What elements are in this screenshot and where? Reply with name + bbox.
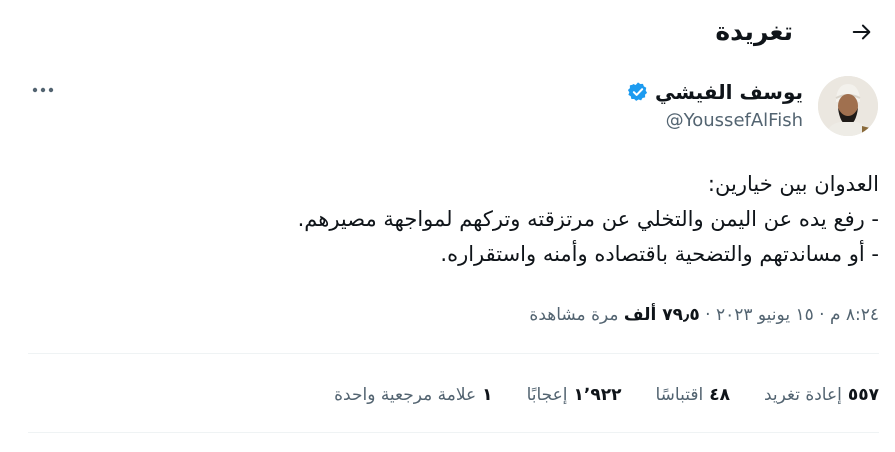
author-handle[interactable]: @YoussefAlFish [666,108,803,134]
likes-count: ١٬٩٢٢ [573,385,622,405]
tweet-page: تغريدة يوسف الفيشي @YoussefAlFish العدوا… [0,0,895,452]
avatar-image [818,76,878,136]
tweet-line: - أو مساندتهم والتضحية باقتصاده وأمنه وا… [440,242,879,266]
quotes-stat[interactable]: ٤٨ اقتباسًا [655,382,729,408]
meta-separator: · [813,305,830,325]
divider [28,432,879,433]
tweet-line: العدوان بين خيارين: [707,172,879,196]
likes-label: إعجابًا [526,385,568,405]
quotes-label: اقتباسًا [655,385,704,405]
more-options-button[interactable] [26,76,60,104]
likes-stat[interactable]: ١٬٩٢٢ إعجابًا [527,382,622,408]
meta-separator: · [699,305,716,325]
engagement-stats: ٥٥٧ إعادة تغريد ٤٨ اقتباسًا ١٬٩٢٢ إعجابً… [334,382,879,408]
more-horizontal-icon [32,87,54,93]
bookmarks-stat[interactable]: ١ علامة مرجعية واحدة [334,382,492,408]
divider [28,353,879,354]
bookmarks-count: ١ [482,385,493,405]
verified-badge-icon [627,82,648,101]
views-label: مرة مشاهدة [529,305,624,325]
quotes-count: ٤٨ [709,385,730,405]
views-count: ٧٩٫٥ ألف [623,305,700,325]
author-name-row[interactable]: يوسف الفيشي [627,78,803,106]
bookmarks-label: علامة مرجعية واحدة [334,385,477,405]
tweet-time[interactable]: ٨:٢٤ م [830,305,879,325]
avatar[interactable] [818,76,878,136]
tweet-meta: ٨:٢٤ م · ١٥ يونيو ٢٠٢٣ · ٧٩٫٥ ألف مرة مش… [529,302,879,328]
retweets-label: إعادة تغريد [763,385,842,405]
arrow-right-icon [852,24,871,40]
retweets-stat[interactable]: ٥٥٧ إعادة تغريد [764,382,879,408]
retweets-count: ٥٥٧ [847,385,879,405]
tweet-date[interactable]: ١٥ يونيو ٢٠٢٣ [716,305,814,325]
tweet-line: - رفع يده عن اليمن والتخلي عن مرتزقته وت… [297,207,879,231]
page-title: تغريدة [715,17,793,46]
author-name[interactable]: يوسف الفيشي [655,78,803,106]
back-button[interactable] [842,12,882,52]
tweet-text: العدوان بين خيارين: - رفع يده عن اليمن و… [139,167,879,272]
